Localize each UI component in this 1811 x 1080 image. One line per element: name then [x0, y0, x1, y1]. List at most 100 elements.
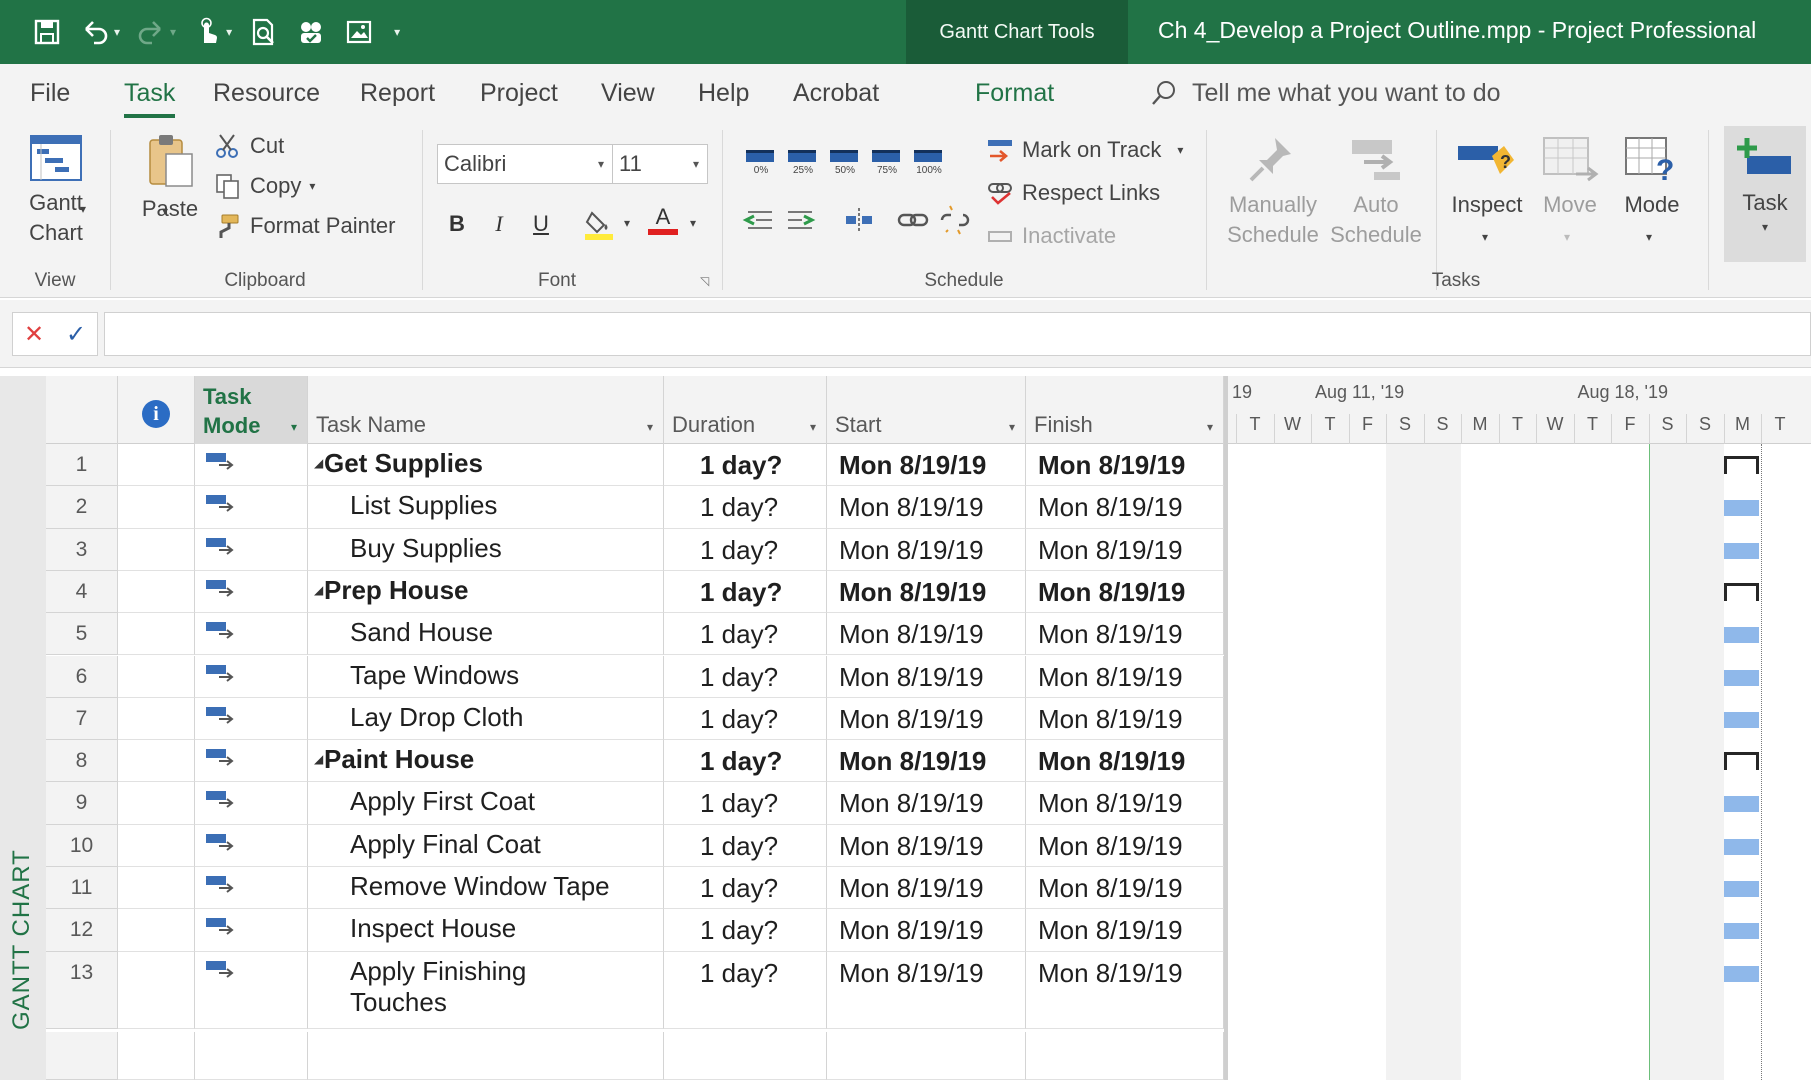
table-row[interactable]: 4 ◢ Prep House 1 day? Mon 8/19/19 Mon 8/19/19 [46, 570, 1224, 614]
mode-button[interactable]: ? Mode [1612, 134, 1692, 220]
copy-button[interactable]: Copy ▾ [214, 172, 315, 200]
row-number[interactable]: 4 [46, 570, 118, 614]
duration-cell[interactable]: 1 day? [664, 951, 827, 1029]
start-cell[interactable]: Mon 8/19/19 [827, 782, 1026, 825]
link-tasks-icon[interactable] [896, 204, 930, 236]
name-cell[interactable] [308, 1032, 664, 1080]
move-button[interactable]: Move [1530, 134, 1610, 220]
collapse-icon[interactable]: ◢ [314, 583, 323, 597]
duration-cell[interactable]: 1 day? [664, 486, 827, 529]
inactivate-button[interactable]: Inactivate [986, 222, 1116, 250]
inspect-dropdown-icon[interactable]: ▾ [1482, 230, 1488, 244]
insert-task-button[interactable]: Task ▾ [1724, 126, 1806, 262]
mode-cell[interactable] [195, 486, 308, 529]
start-column-header[interactable]: Start ▾ [827, 376, 1026, 444]
font-dialog-launcher-icon[interactable]: ◹ [700, 274, 709, 288]
duration-cell[interactable]: 1 day? [664, 909, 827, 952]
row-number[interactable]: 13 [46, 951, 118, 1029]
mode-cell[interactable] [195, 655, 308, 698]
tab-file[interactable]: File [30, 64, 70, 122]
name-cell[interactable]: ◢ Paint House [308, 740, 664, 783]
mark-on-track-button[interactable]: Mark on Track ▾ [986, 136, 1183, 164]
start-cell[interactable]: Mon 8/19/19 [827, 613, 1026, 656]
duration-cell[interactable]: 1 day? [664, 697, 827, 741]
finish-cell[interactable]: Mon 8/19/19 [1026, 867, 1224, 910]
mode-cell[interactable] [195, 824, 308, 867]
select-all-corner[interactable] [46, 376, 118, 444]
finish-cell[interactable]: Mon 8/19/19 [1026, 655, 1224, 698]
confirm-entry-icon[interactable]: ✓ [66, 320, 86, 349]
tell-me-box[interactable]: Tell me what you want to do [1150, 64, 1501, 122]
start-filter-icon[interactable]: ▾ [1009, 420, 1015, 434]
start-cell[interactable]: Mon 8/19/19 [827, 486, 1026, 529]
mode-cell[interactable] [195, 782, 308, 825]
highlight-dropdown-icon[interactable]: ▾ [624, 216, 630, 230]
name-cell[interactable]: List Supplies [308, 486, 664, 529]
finish-cell[interactable]: Mon 8/19/19 [1026, 782, 1224, 825]
row-number[interactable]: 3 [46, 528, 118, 571]
finish-cell[interactable]: Mon 8/19/19 [1026, 824, 1224, 867]
row-number[interactable]: 9 [46, 782, 118, 825]
finish-cell[interactable]: Mon 8/19/19 [1026, 528, 1224, 571]
tab-acrobat[interactable]: Acrobat [793, 64, 879, 122]
duration-cell[interactable]: 1 day? [664, 570, 827, 614]
row-number[interactable]: 10 [46, 824, 118, 867]
row-number[interactable]: 1 [46, 444, 118, 487]
collapse-icon[interactable]: ◢ [314, 456, 323, 470]
inspect-button[interactable]: ? Inspect [1444, 134, 1530, 220]
name-cell[interactable]: Buy Supplies [308, 528, 664, 571]
finish-cell[interactable]: Mon 8/19/19 [1026, 613, 1224, 656]
duration-cell[interactable]: 1 day? [664, 824, 827, 867]
font-size-select[interactable]: 11 ▾ [612, 144, 708, 184]
mode-cell[interactable] [195, 697, 308, 741]
mode-cell[interactable] [195, 909, 308, 952]
finish-cell[interactable] [1026, 1032, 1224, 1080]
task-bar[interactable] [1723, 796, 1759, 813]
manually-schedule-button[interactable]: Manually Schedule [1222, 134, 1324, 250]
finish-cell[interactable]: Mon 8/19/19 [1026, 909, 1224, 952]
redo-icon[interactable] [134, 15, 168, 49]
tab-project[interactable]: Project [480, 64, 558, 122]
table-row[interactable]: 7 Lay Drop Cloth 1 day? Mon 8/19/19 Mon 8/19… [46, 697, 1224, 741]
font-color-button[interactable]: A [646, 200, 680, 240]
duration-cell[interactable]: 1 day? [664, 655, 827, 698]
task-mode-filter-icon[interactable]: ▾ [291, 420, 297, 434]
print-preview-icon[interactable] [246, 15, 280, 49]
duration-cell[interactable]: 1 day? [664, 444, 827, 487]
row-number[interactable]: 8 [46, 740, 118, 783]
percent-complete-75-button[interactable]: 75% [872, 150, 902, 190]
table-row[interactable]: 5 Sand House 1 day? Mon 8/19/19 Mon 8/19/19 [46, 613, 1224, 656]
name-cell[interactable]: Apply Finishing Touches [308, 951, 664, 1029]
task-bar[interactable] [1723, 669, 1759, 686]
start-cell[interactable]: Mon 8/19/19 [827, 824, 1026, 867]
mode-cell[interactable] [195, 528, 308, 571]
finish-cell[interactable]: Mon 8/19/19 [1026, 740, 1224, 783]
move-dropdown-icon[interactable]: ▾ [1564, 230, 1570, 244]
finish-cell[interactable]: Mon 8/19/19 [1026, 697, 1224, 741]
start-cell[interactable]: Mon 8/19/19 [827, 528, 1026, 571]
task-bar[interactable] [1723, 711, 1759, 728]
percent-complete-25-button[interactable]: 25% [788, 150, 818, 190]
task-bar[interactable] [1723, 500, 1759, 517]
percent-complete-50-button[interactable]: 50% [830, 150, 860, 190]
gantt-chart-button[interactable]: Gantt Chart [14, 132, 98, 248]
name-cell[interactable]: Apply First Coat [308, 782, 664, 825]
finish-cell[interactable]: Mon 8/19/19 [1026, 444, 1224, 487]
task-mode-column-header[interactable]: Task Mode ▾ [195, 376, 308, 444]
picture-icon[interactable] [342, 15, 376, 49]
mode-cell[interactable] [195, 1032, 308, 1080]
touch-dropdown-icon[interactable]: ▾ [226, 25, 232, 39]
start-cell[interactable]: Mon 8/19/19 [827, 867, 1026, 910]
tab-report[interactable]: Report [360, 64, 435, 122]
duration-cell[interactable]: 1 day? [664, 782, 827, 825]
underline-button[interactable]: U [524, 204, 558, 244]
mode-cell[interactable] [195, 867, 308, 910]
mode-dropdown-icon[interactable]: ▾ [1646, 230, 1652, 244]
row-number[interactable]: 5 [46, 613, 118, 656]
indent-icon[interactable] [782, 204, 818, 236]
tab-view[interactable]: View [601, 64, 655, 122]
table-row[interactable]: 8 ◢ Paint House 1 day? Mon 8/19/19 Mon 8/19/1… [46, 740, 1224, 783]
task-bar[interactable] [1723, 838, 1759, 855]
task-bar[interactable] [1723, 965, 1759, 982]
task-name-filter-icon[interactable]: ▾ [647, 420, 653, 434]
